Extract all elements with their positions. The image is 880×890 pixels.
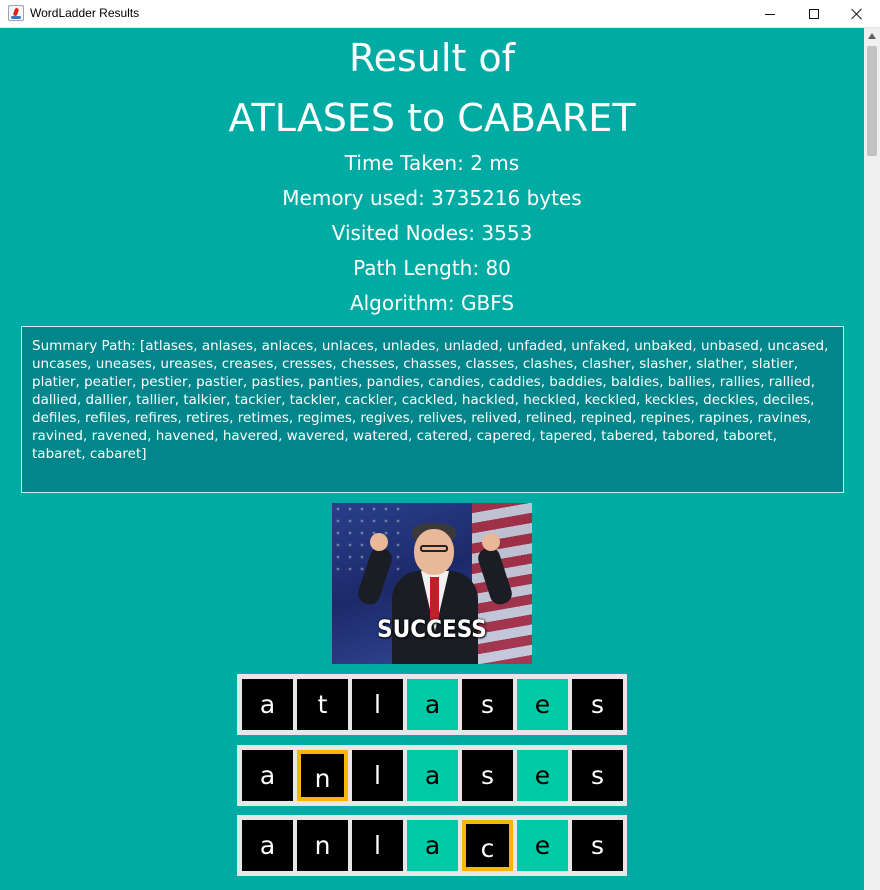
minimize-button[interactable] (747, 0, 793, 28)
letter-tile: l (352, 820, 403, 871)
summary-path-text: Summary Path: [atlases, anlases, anlaces… (21, 326, 844, 493)
time-taken-label: Time Taken: 2 ms (344, 151, 520, 175)
algorithm-label: Algorithm: GBFS (349, 291, 515, 315)
letter-tile: s (462, 679, 513, 730)
person-glasses (420, 545, 448, 552)
letter-tile: a (407, 679, 458, 730)
close-icon (851, 8, 863, 20)
letter-tile: l (352, 679, 403, 730)
minimize-icon (765, 13, 775, 15)
letter-tile: a (242, 750, 293, 801)
title-bar: WordLadder Results (0, 0, 880, 28)
ladder-row: anlases (237, 745, 627, 806)
result-heading: Result of (348, 36, 516, 80)
visited-nodes-label: Visited Nodes: 3553 (331, 221, 533, 245)
letter-tile: c (462, 820, 513, 871)
letter-tile: n (297, 820, 348, 871)
letter-tile: e (517, 820, 568, 871)
person-head (414, 529, 454, 575)
ladder-row: anlaces (237, 815, 627, 876)
letter-tile: a (407, 820, 458, 871)
right-fist (482, 533, 500, 551)
path-length-label: Path Length: 80 (353, 256, 511, 280)
vertical-scrollbar[interactable] (864, 28, 880, 890)
maximize-icon (809, 9, 819, 19)
letter-tile: s (572, 679, 623, 730)
letter-tile: s (572, 750, 623, 801)
ladder-row: atlases (237, 674, 627, 735)
letter-tile: s (572, 820, 623, 871)
left-fist (370, 533, 388, 551)
scrollbar-thumb[interactable] (867, 46, 877, 156)
close-button[interactable] (834, 0, 880, 28)
maximize-button[interactable] (791, 0, 837, 28)
results-panel: Result of ATLASES to CABARET Time Taken:… (0, 28, 864, 890)
letter-tile: n (297, 750, 348, 801)
letter-tile: e (517, 679, 568, 730)
letter-tile: s (462, 750, 513, 801)
window-title: WordLadder Results (30, 6, 140, 20)
result-words-heading: ATLASES to CABARET (228, 96, 636, 140)
letter-tile: e (517, 750, 568, 801)
java-app-icon (8, 5, 24, 21)
letter-tile: l (352, 750, 403, 801)
letter-tile: a (242, 679, 293, 730)
letter-tile: t (297, 679, 348, 730)
memory-used-label: Memory used: 3735216 bytes (282, 186, 582, 210)
letter-tile: a (242, 820, 293, 871)
scrollbar-track[interactable] (864, 28, 880, 890)
letter-tile: a (407, 750, 458, 801)
success-caption: SUCCESS (377, 615, 487, 643)
success-image: SUCCESS (332, 503, 532, 664)
